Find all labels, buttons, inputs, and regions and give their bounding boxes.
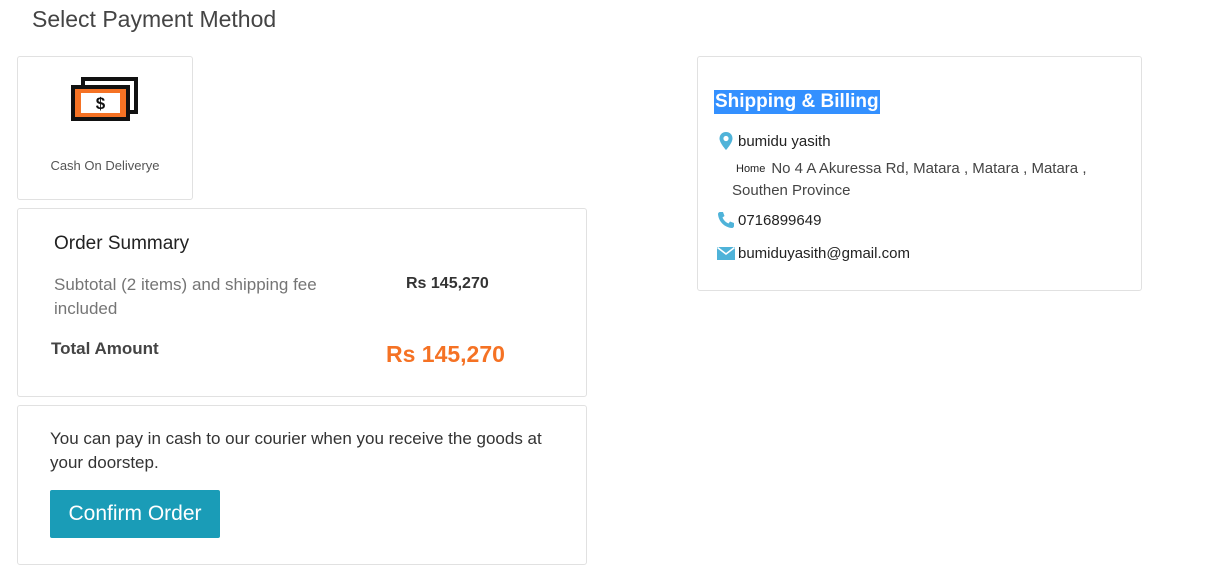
recipient-name: bumidu yasith xyxy=(738,132,831,150)
total-amount-label: Total Amount xyxy=(51,339,159,358)
address-tag: Home xyxy=(736,163,766,175)
page-title: Select Payment Method xyxy=(32,6,277,32)
total-amount-value: Rs 145,270 xyxy=(386,341,505,367)
shipping-address: Home No 4 A Akuressa Rd, Matara , Matara … xyxy=(732,158,1142,201)
address-text: No 4 A Akuressa Rd, Matara , Matara , Ma… xyxy=(732,160,1087,199)
dollar-sign-icon: $ xyxy=(96,94,106,113)
order-summary-title: Order Summary xyxy=(54,233,190,254)
confirm-order-button[interactable]: Confirm Order xyxy=(50,490,220,538)
phone-row: 0716899649 xyxy=(716,210,821,230)
confirm-order-panel: You can pay in cash to our courier when … xyxy=(17,405,587,565)
email-icon xyxy=(716,243,736,263)
payment-option-cash-on-delivery[interactable]: $ Cash On Deliverye xyxy=(17,56,193,200)
subtotal-label: Subtotal (2 items) and shipping fee incl… xyxy=(54,275,317,318)
phone-number: 0716899649 xyxy=(738,211,822,229)
cash-icon: $ xyxy=(70,75,140,123)
shipping-billing-title: Shipping & Billing xyxy=(714,90,880,114)
recipient-row: bumidu yasith xyxy=(716,131,831,151)
cash-payment-note: You can pay in cash to our courier when … xyxy=(50,429,542,472)
payment-option-label: Cash On Deliverye xyxy=(50,158,160,173)
shipping-billing-panel: Shipping & Billing bumidu yasith Home No … xyxy=(697,56,1142,291)
email-address: bumiduyasith@gmail.com xyxy=(738,244,910,262)
location-pin-icon xyxy=(716,131,736,151)
subtotal-value: Rs 145,270 xyxy=(406,275,489,292)
email-row: bumiduyasith@gmail.com xyxy=(716,243,910,263)
phone-icon xyxy=(716,210,736,230)
order-summary-panel: Order Summary Subtotal (2 items) and shi… xyxy=(17,208,587,397)
